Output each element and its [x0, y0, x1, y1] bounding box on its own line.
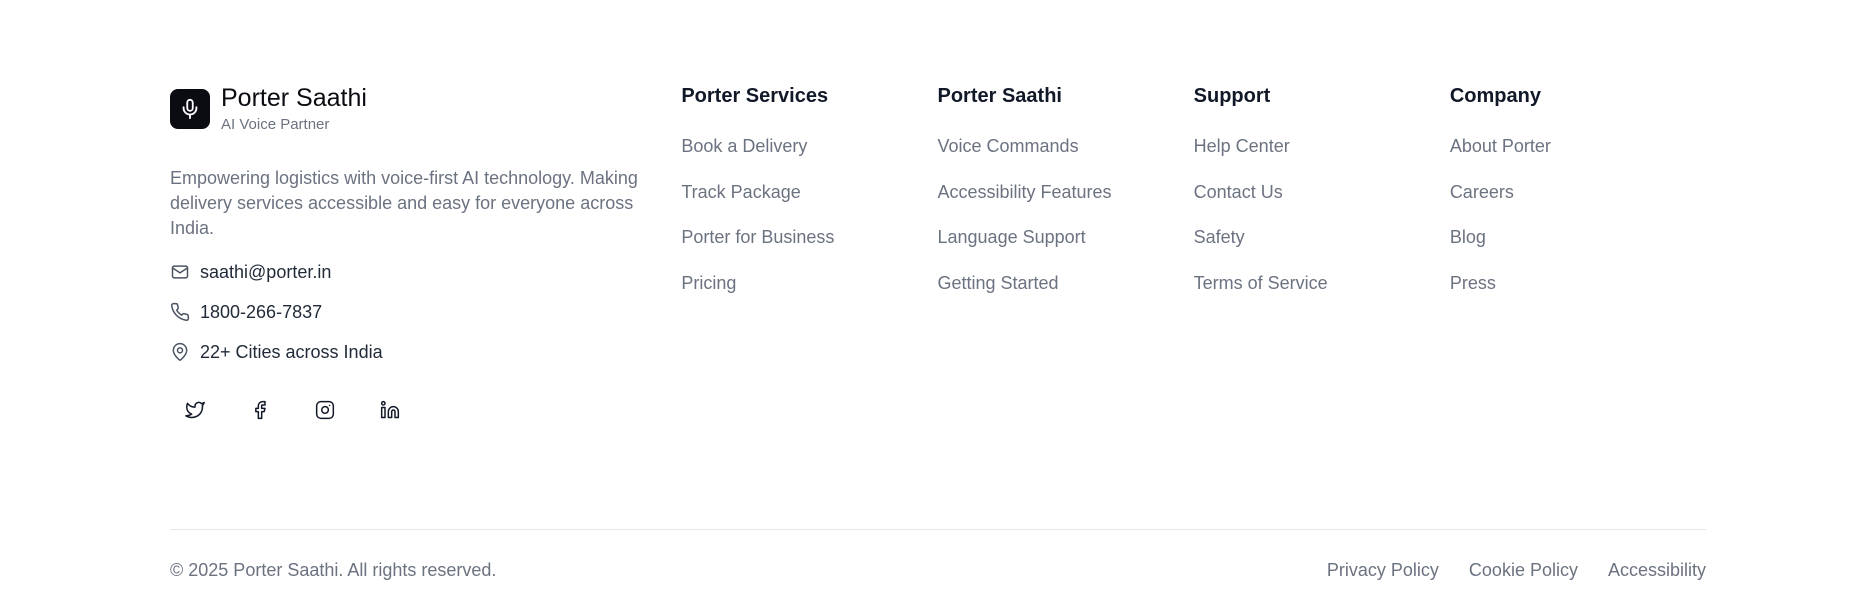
list-item: Careers — [1450, 180, 1706, 226]
footer-link-track-package[interactable]: Track Package — [681, 182, 800, 202]
brand-description: Empowering logistics with voice-first AI… — [170, 168, 638, 238]
link-list: Book a Delivery Track Package Porter for… — [681, 134, 937, 316]
brand[interactable]: Porter Saathi AI Voice Partner — [170, 84, 681, 133]
footer-column-company: Company About Porter Careers Blog Press — [1450, 84, 1706, 316]
linkedin-icon[interactable] — [372, 392, 408, 428]
footer-divider — [170, 529, 1706, 530]
footer-top: Porter Saathi AI Voice Partner Empowerin… — [170, 84, 1706, 428]
footer-column-porter-saathi: Porter Saathi Voice Commands Accessibili… — [938, 84, 1194, 316]
footer-bottom-bar: © 2025 Porter Saathi. All rights reserve… — [170, 560, 1706, 581]
footer-link-careers[interactable]: Careers — [1450, 182, 1514, 202]
contact-email-text: saathi@porter.in — [200, 261, 332, 282]
facebook-icon[interactable] — [242, 392, 278, 428]
list-item: Language Support — [938, 225, 1194, 271]
microphone-icon — [170, 88, 210, 129]
brand-tagline: AI Voice Partner — [221, 116, 330, 133]
list-item: Contact Us — [1194, 180, 1450, 226]
list-item: Getting Started — [938, 271, 1194, 317]
footer-link-book-a-delivery[interactable]: Book a Delivery — [681, 136, 807, 156]
list-item: Book a Delivery — [681, 134, 937, 180]
cookie-policy-link[interactable]: Cookie Policy — [1469, 560, 1578, 581]
brand-text: Porter Saathi AI Voice Partner — [221, 84, 367, 133]
list-item: Blog — [1450, 225, 1706, 271]
footer-link-language-support[interactable]: Language Support — [938, 227, 1086, 247]
footer-link-blog[interactable]: Blog — [1450, 227, 1486, 247]
social-links — [177, 392, 681, 428]
column-title: Company — [1449, 85, 1541, 107]
footer-link-voice-commands[interactable]: Voice Commands — [938, 136, 1079, 156]
instagram-icon[interactable] — [307, 392, 343, 428]
list-item: Track Package — [681, 180, 937, 226]
brand-name: Porter Saathi — [221, 84, 367, 112]
footer-link-terms-of-service[interactable]: Terms of Service — [1194, 273, 1328, 293]
contact-location: 22+ Cities across India — [170, 340, 681, 364]
link-list: Voice Commands Accessibility Features La… — [938, 134, 1194, 316]
footer-column-porter-services: Porter Services Book a Delivery Track Pa… — [681, 84, 937, 316]
footer-link-press[interactable]: Press — [1450, 273, 1496, 293]
site-footer: Porter Saathi AI Voice Partner Empowerin… — [0, 0, 1868, 600]
contact-phone-text: 1800-266-7837 — [200, 301, 323, 322]
contact-email[interactable]: saathi@porter.in — [170, 260, 681, 284]
list-item: About Porter — [1450, 134, 1706, 180]
list-item: Porter for Business — [681, 225, 937, 271]
mail-icon — [170, 262, 190, 282]
privacy-policy-link[interactable]: Privacy Policy — [1327, 560, 1439, 581]
list-item: Voice Commands — [938, 134, 1194, 180]
footer-link-porter-for-business[interactable]: Porter for Business — [681, 227, 834, 247]
phone-icon — [170, 302, 190, 322]
contact-phone[interactable]: 1800-266-7837 — [170, 300, 681, 324]
footer-link-safety[interactable]: Safety — [1194, 227, 1245, 247]
accessibility-link[interactable]: Accessibility — [1608, 560, 1706, 581]
twitter-icon[interactable] — [177, 392, 213, 428]
link-list: Help Center Contact Us Safety Terms of S… — [1194, 134, 1450, 316]
list-item: Accessibility Features — [938, 180, 1194, 226]
list-item: Safety — [1194, 225, 1450, 271]
column-title: Porter Services — [681, 85, 829, 107]
contact-location-text: 22+ Cities across India — [200, 341, 383, 362]
map-pin-icon — [170, 342, 190, 362]
legal-links: Privacy Policy Cookie Policy Accessibili… — [1297, 560, 1706, 581]
list-item: Press — [1450, 271, 1706, 317]
copyright-text: © 2025 Porter Saathi. All rights reserve… — [170, 560, 497, 580]
footer-inner: Porter Saathi AI Voice Partner Empowerin… — [170, 84, 1706, 428]
column-title: Porter Saathi — [937, 85, 1062, 107]
footer-column-support: Support Help Center Contact Us Safety Te… — [1194, 84, 1450, 316]
footer-link-pricing[interactable]: Pricing — [681, 273, 736, 293]
footer-link-getting-started[interactable]: Getting Started — [938, 273, 1059, 293]
brand-column: Porter Saathi AI Voice Partner Empowerin… — [170, 84, 681, 428]
column-title: Support — [1193, 85, 1271, 107]
footer-link-about-porter[interactable]: About Porter — [1450, 136, 1551, 156]
list-item: Terms of Service — [1194, 271, 1450, 317]
list-item: Help Center — [1194, 134, 1450, 180]
list-item: Pricing — [681, 271, 937, 317]
footer-link-contact-us[interactable]: Contact Us — [1194, 182, 1283, 202]
footer-link-help-center[interactable]: Help Center — [1194, 136, 1290, 156]
contact-list: saathi@porter.in 1800-266-7837 22+ Citie… — [170, 260, 681, 364]
footer-link-accessibility-features[interactable]: Accessibility Features — [938, 182, 1112, 202]
link-list: About Porter Careers Blog Press — [1450, 134, 1706, 316]
